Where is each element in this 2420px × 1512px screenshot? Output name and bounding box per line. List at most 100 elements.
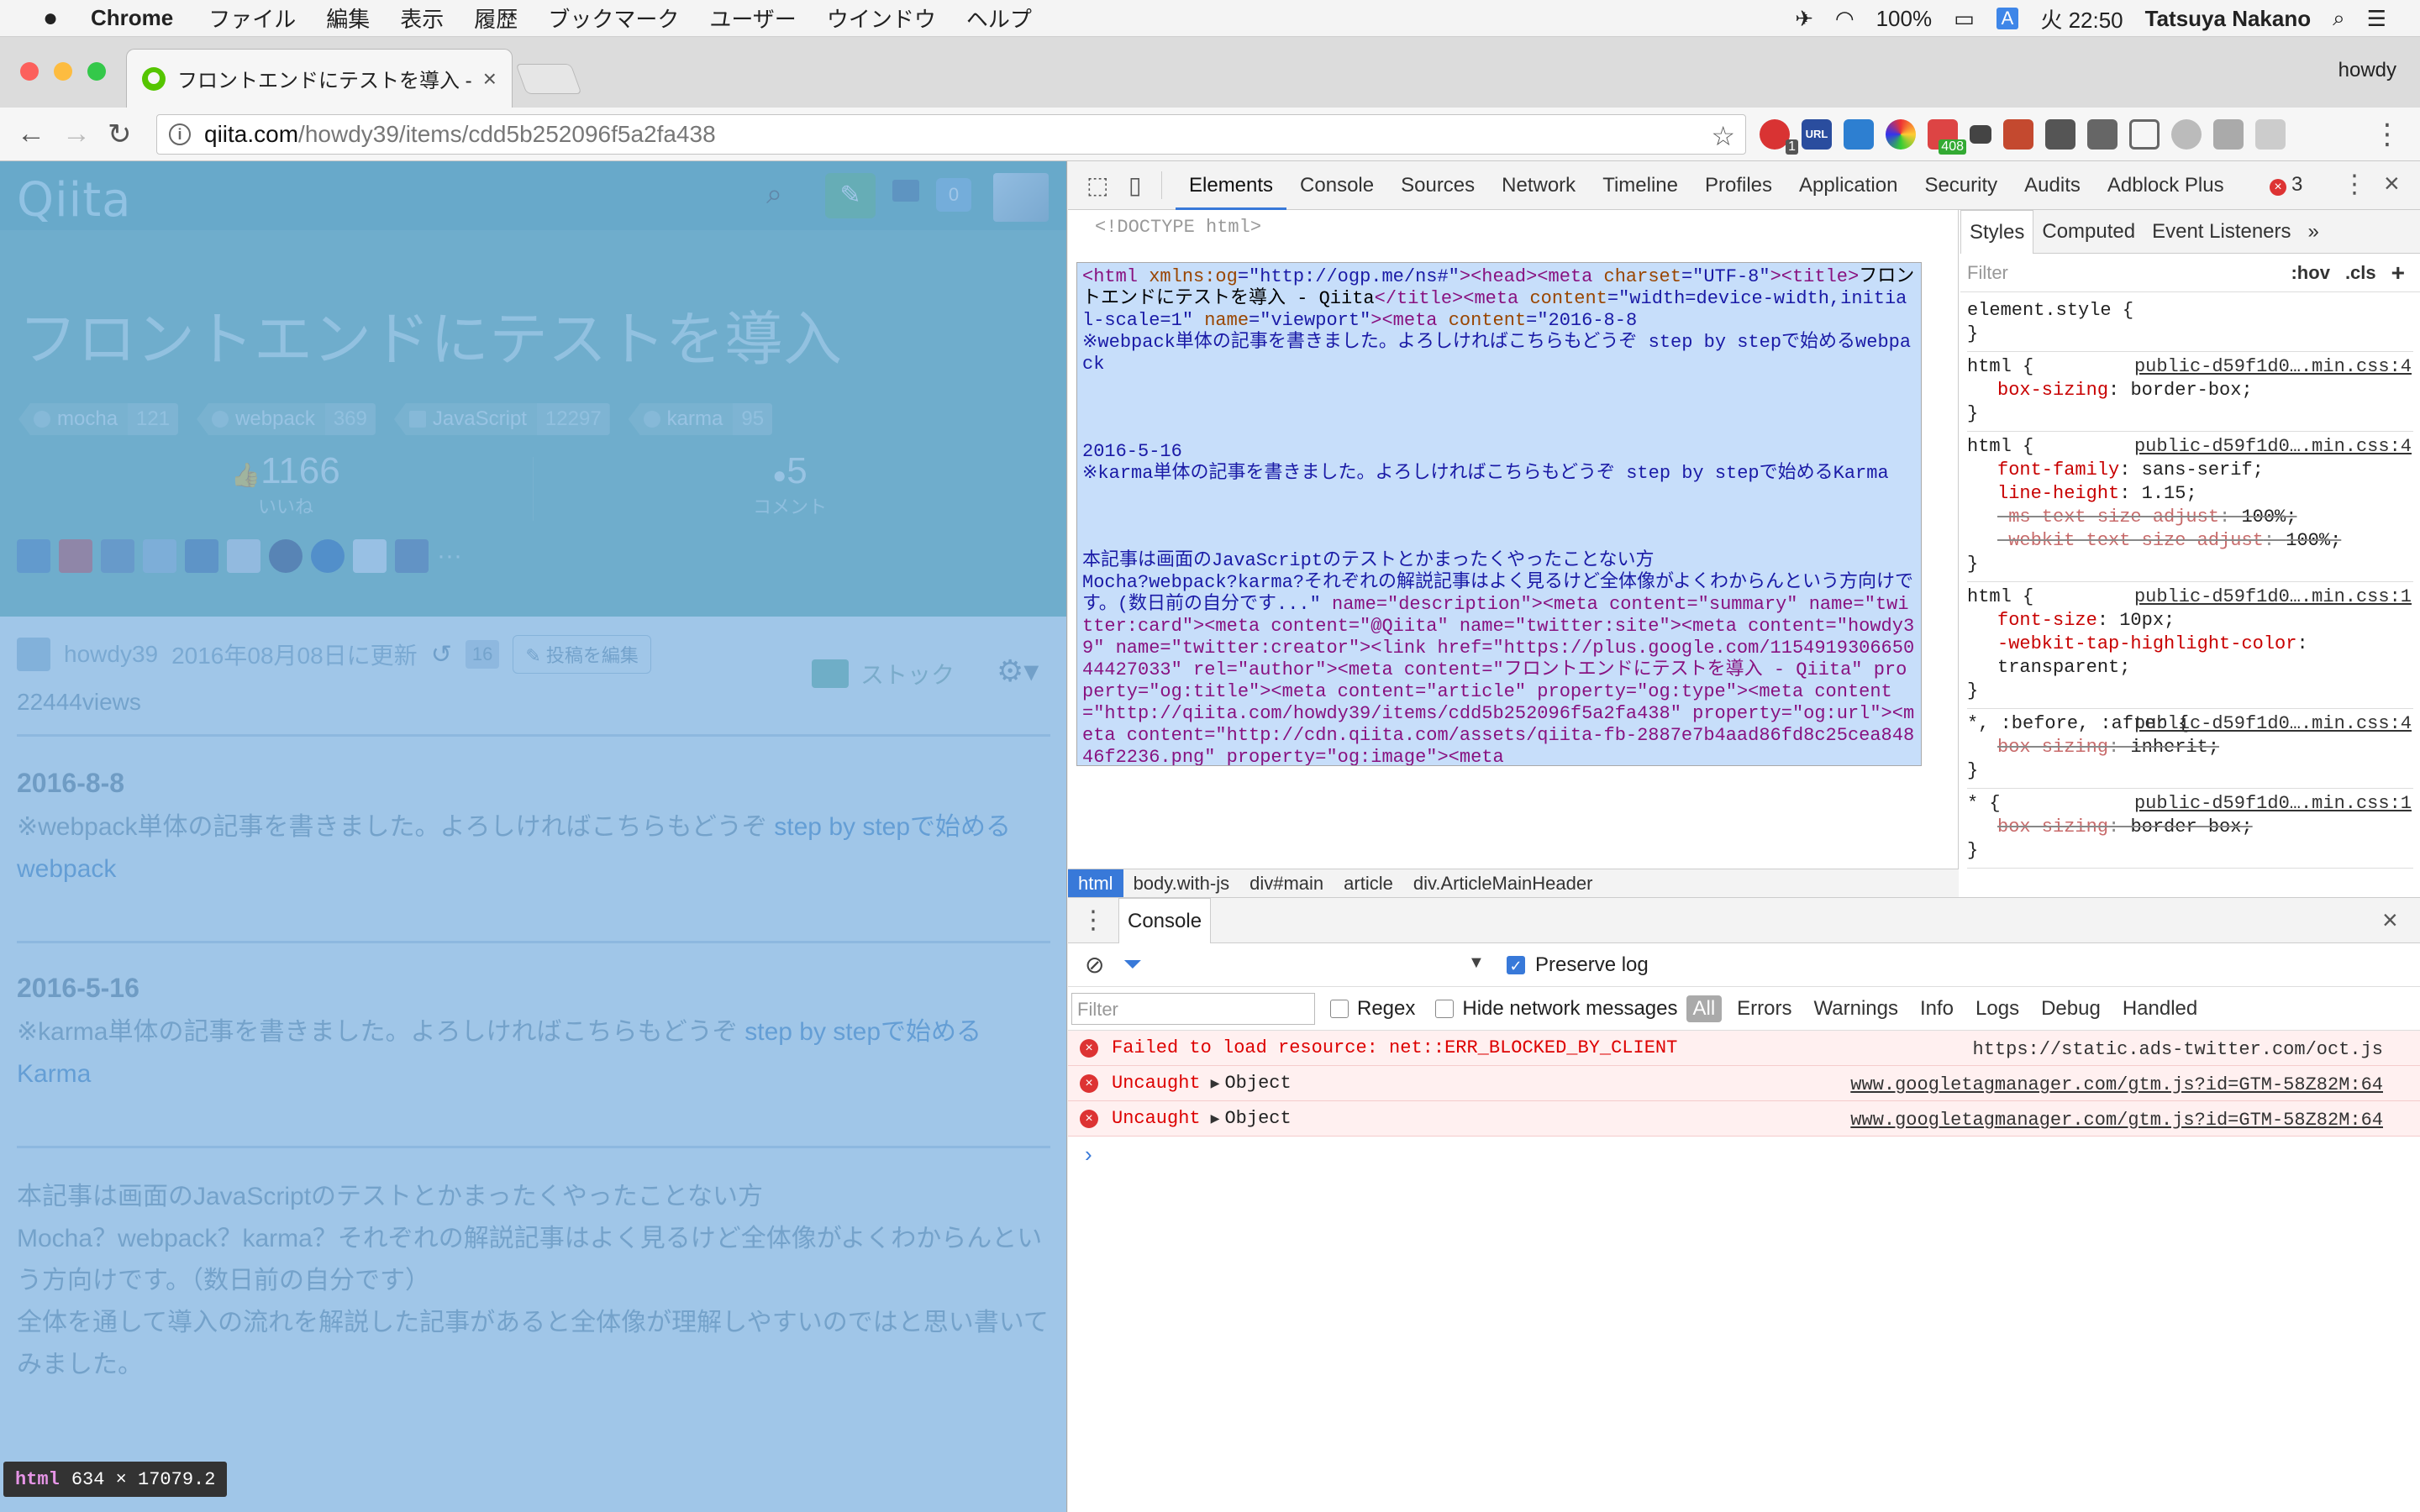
url-extension-icon[interactable]: URL: [1802, 119, 1832, 150]
tag-mocha[interactable]: mocha 121: [18, 403, 179, 435]
level-all[interactable]: All: [1686, 995, 1723, 1022]
style-declaration[interactable]: -ms-text-size-adjust: 100%;: [1967, 506, 2413, 529]
apple-menu-icon[interactable]: ●: [34, 4, 67, 33]
menu-window[interactable]: ウインドウ: [827, 3, 936, 34]
console-prompt[interactable]: ›: [1085, 1142, 2420, 1168]
tab-console[interactable]: Console: [1286, 161, 1387, 210]
level-errors[interactable]: Errors: [1730, 995, 1798, 1022]
error-source-link[interactable]: www.googletagmanager.com/gtm.js?id=GTM-5…: [1850, 1110, 2383, 1131]
devtools-menu-icon[interactable]: ⋮: [2342, 170, 2367, 199]
search-icon[interactable]: ⌕: [766, 178, 782, 211]
clear-console-icon[interactable]: ⊘: [1085, 951, 1104, 979]
tab-network[interactable]: Network: [1488, 161, 1589, 210]
wifi-icon[interactable]: ◠: [1835, 6, 1854, 32]
comments-counter[interactable]: ●5 コメント: [739, 450, 840, 519]
console-error-message[interactable]: × Uncaught ▶ Object www.googletagmanager.com…: [1068, 1066, 2420, 1101]
doctype-node[interactable]: <!DOCTYPE html>: [1095, 217, 1261, 238]
error-source-link[interactable]: www.googletagmanager.com/gtm.js?id=GTM-5…: [1850, 1074, 2383, 1095]
breadcrumb-body[interactable]: body.with-js: [1123, 869, 1240, 898]
breadcrumb-html[interactable]: html: [1068, 869, 1123, 898]
w-extension-icon[interactable]: [1970, 125, 1991, 144]
post-article-button[interactable]: ✎: [825, 173, 876, 218]
browser-tab-active[interactable]: フロントエンドにテストを導入 - Q ×: [126, 49, 513, 108]
drawer-close-icon[interactable]: ×: [2382, 905, 2398, 936]
folder-icon[interactable]: [892, 180, 919, 202]
console-error-message[interactable]: × Uncaught ▶ Object www.googletagmanager.com…: [1068, 1101, 2420, 1137]
stock-button[interactable]: ストック: [812, 657, 955, 690]
chrome-color-extension-icon[interactable]: [1886, 119, 1916, 150]
style-declaration[interactable]: box-sizing: border-box;: [1967, 379, 2413, 402]
level-handled[interactable]: Handled: [2116, 995, 2204, 1022]
back-arrow-icon[interactable]: ←: [17, 118, 45, 150]
expand-triangle-icon[interactable]: ▶: [1211, 1074, 1220, 1093]
likes-counter[interactable]: 👍1166 いいね: [218, 450, 353, 519]
menu-users[interactable]: ユーザー: [709, 3, 796, 34]
input-mode-icon[interactable]: A: [1996, 8, 2019, 29]
expand-triangle-icon[interactable]: ▶: [1211, 1110, 1220, 1128]
hide-network-checkbox[interactable]: [1435, 999, 1455, 1018]
profile-name[interactable]: howdy: [2338, 59, 2396, 82]
style-declaration[interactable]: font-family: sans-serif;: [1967, 459, 2413, 482]
v-extension-icon[interactable]: [2213, 119, 2244, 150]
console-error-message[interactable]: × Failed to load resource: net::ERR_BLOCK…: [1068, 1031, 2420, 1066]
device-toolbar-icon[interactable]: ▯: [1128, 171, 1162, 199]
drawer-tab-console[interactable]: Console: [1118, 897, 1212, 943]
preserve-log-checkbox[interactable]: ✓: [1507, 956, 1525, 974]
tab-timeline[interactable]: Timeline: [1589, 161, 1691, 210]
bookmark-star-icon[interactable]: ☆: [1711, 120, 1735, 152]
devtools-close-icon[interactable]: ×: [2384, 168, 2400, 199]
window-zoom-button[interactable]: [87, 62, 106, 81]
liker-avatar[interactable]: [17, 539, 50, 573]
history-count[interactable]: 16: [465, 640, 500, 669]
notification-count[interactable]: 0: [936, 178, 971, 212]
new-tab-button[interactable]: [515, 64, 582, 94]
error-object[interactable]: Object: [1224, 1108, 1291, 1129]
liker-avatar[interactable]: [143, 539, 176, 573]
breadcrumb-article[interactable]: article: [1334, 869, 1403, 898]
style-declaration[interactable]: box-sizing: border-box;: [1967, 816, 2413, 839]
level-logs[interactable]: Logs: [1969, 995, 2026, 1022]
menu-app-name[interactable]: Chrome: [91, 5, 173, 31]
gear-icon[interactable]: ⚙▾: [997, 654, 1039, 689]
inspect-element-icon[interactable]: ⬚: [1086, 171, 1120, 199]
menu-edit[interactable]: 編集: [326, 3, 370, 34]
styles-filter-input[interactable]: Filter: [1967, 262, 2291, 284]
rule-source-link[interactable]: public-d59f1d0….min.css:4: [2134, 355, 2412, 379]
history-icon[interactable]: ↺: [431, 640, 452, 669]
user-avatar[interactable]: [993, 173, 1049, 222]
liker-avatar[interactable]: [311, 539, 345, 573]
hov-toggle[interactable]: :hov: [2291, 262, 2329, 284]
drawer-menu-icon[interactable]: ⋮: [1068, 906, 1118, 935]
style-declaration[interactable]: line-height: 1.15;: [1967, 482, 2413, 506]
author-avatar[interactable]: [17, 638, 50, 671]
liker-avatar[interactable]: [353, 539, 387, 573]
window-close-button[interactable]: [20, 62, 39, 81]
menu-clock[interactable]: 火 22:50: [2040, 3, 2123, 34]
context-dropdown-icon[interactable]: ▼: [1468, 953, 1485, 973]
counter-extension-icon[interactable]: 408: [1928, 119, 1966, 155]
tab-computed[interactable]: Computed: [2033, 210, 2144, 254]
new-rule-plus-icon[interactable]: +: [2391, 260, 2405, 286]
level-warnings[interactable]: Warnings: [1807, 995, 1905, 1022]
rule-source-link[interactable]: public-d59f1d0….min.css:4: [2134, 712, 2412, 736]
site-info-icon[interactable]: i: [169, 123, 191, 145]
more-tabs-chevron-icon[interactable]: »: [2300, 210, 2328, 254]
breadcrumb-main[interactable]: div#main: [1239, 869, 1334, 898]
tag-webpack[interactable]: webpack 369: [197, 403, 376, 435]
menu-history[interactable]: 履歴: [474, 3, 518, 34]
tab-sources[interactable]: Sources: [1387, 161, 1488, 210]
level-debug[interactable]: Debug: [2034, 995, 2107, 1022]
console-filter-input[interactable]: Filter: [1071, 992, 1315, 1025]
author-name[interactable]: howdy39: [64, 641, 158, 668]
tab-security[interactable]: Security: [1911, 161, 2011, 210]
spotlight-search-icon[interactable]: ⌕: [2333, 5, 2345, 32]
menu-help[interactable]: ヘルプ: [966, 3, 1032, 34]
liker-avatar[interactable]: [269, 539, 302, 573]
tag-javascript[interactable]: JavaScript 12297: [393, 403, 610, 435]
sync-extension-icon[interactable]: [2255, 119, 2286, 150]
more-likers-icon[interactable]: ···: [437, 542, 462, 570]
liker-avatar[interactable]: [395, 539, 429, 573]
rule-source-link[interactable]: public-d59f1d0….min.css:1: [2134, 792, 2412, 816]
tab-styles[interactable]: Styles: [1960, 210, 2034, 254]
menu-bookmarks[interactable]: ブックマーク: [548, 3, 679, 34]
